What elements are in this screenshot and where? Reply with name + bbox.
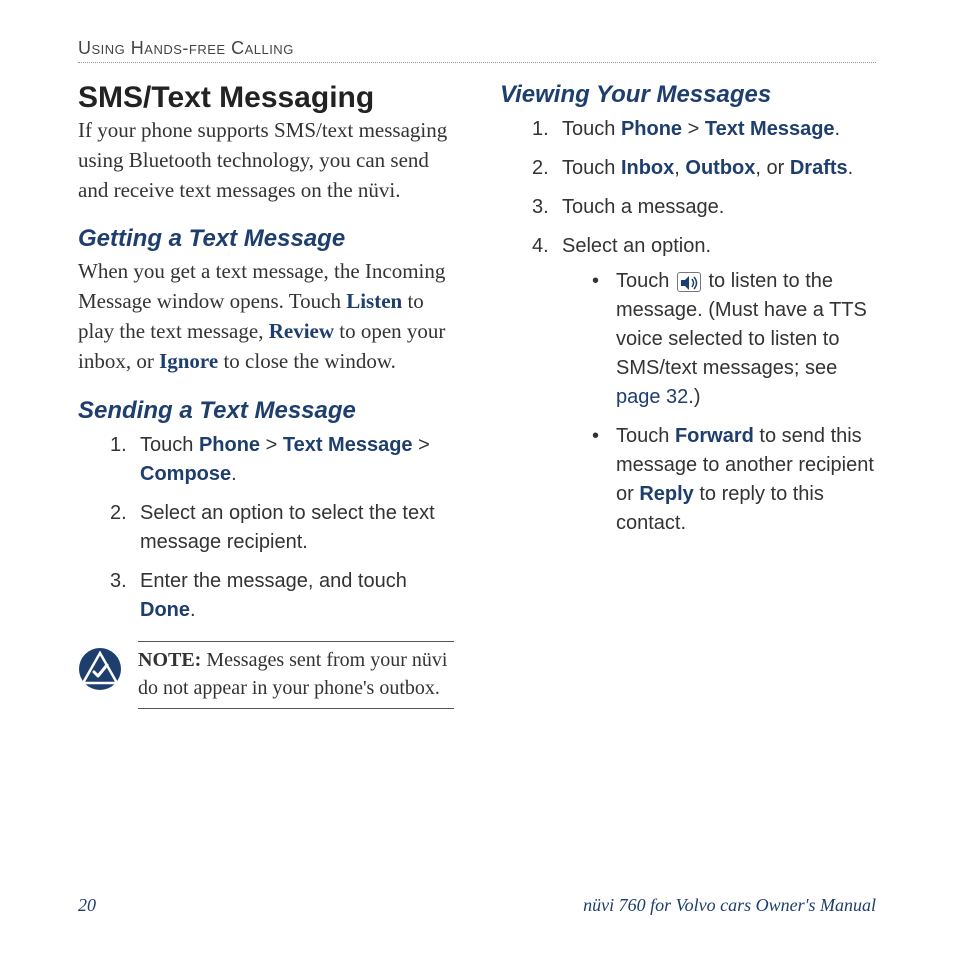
review-link: Review bbox=[269, 319, 334, 343]
sending-steps: Touch Phone > Text Message > Compose. Se… bbox=[110, 431, 454, 625]
text-message-link-2: Text Message bbox=[705, 118, 835, 140]
inbox-link: Inbox bbox=[621, 157, 674, 179]
viewing-heading: Viewing Your Messages bbox=[500, 81, 876, 109]
note-text: NOTE: Messages sent from your nüvi do no… bbox=[138, 641, 454, 709]
checkmark-triangle-icon bbox=[78, 647, 122, 691]
compose-link: Compose bbox=[140, 463, 231, 485]
sending-step-3: Enter the message, and touch Done. bbox=[110, 567, 454, 625]
page-footer: 20 nüvi 760 for Volvo cars Owner's Manua… bbox=[78, 895, 876, 916]
content-columns: SMS/Text Messaging If your phone support… bbox=[78, 81, 876, 709]
getting-heading: Getting a Text Message bbox=[78, 225, 454, 253]
reply-link: Reply bbox=[639, 483, 693, 505]
note-label: NOTE: bbox=[138, 649, 201, 671]
phone-link: Phone bbox=[199, 434, 260, 456]
outbox-link: Outbox bbox=[685, 157, 755, 179]
speaker-icon bbox=[677, 272, 701, 292]
main-title: SMS/Text Messaging bbox=[78, 81, 454, 114]
sending-heading: Sending a Text Message bbox=[78, 397, 454, 425]
getting-paragraph: When you get a text message, the Incomin… bbox=[78, 257, 454, 376]
sending-step-2: Select an option to select the text mess… bbox=[110, 499, 454, 557]
manual-title: nüvi 760 for Volvo cars Owner's Manual bbox=[583, 895, 876, 916]
page-32-link[interactable]: page 32 bbox=[616, 386, 688, 408]
right-column: Viewing Your Messages Touch Phone > Text… bbox=[500, 81, 876, 709]
viewing-step-1: Touch Phone > Text Message. bbox=[532, 115, 876, 144]
viewing-steps: Touch Phone > Text Message. Touch Inbox,… bbox=[532, 115, 876, 538]
text-message-link: Text Message bbox=[283, 434, 413, 456]
sending-step-1: Touch Phone > Text Message > Compose. bbox=[110, 431, 454, 489]
listen-link: Listen bbox=[346, 289, 402, 313]
viewing-bullets: Touch to listen to the message. (Must ha… bbox=[592, 267, 876, 538]
drafts-link: Drafts bbox=[790, 157, 848, 179]
ignore-link: Ignore bbox=[159, 349, 218, 373]
page-header: Using Hands-free Calling bbox=[78, 38, 876, 63]
done-link: Done bbox=[140, 599, 190, 621]
page-number: 20 bbox=[78, 895, 96, 916]
viewing-step-4: Select an option. Touch to listen to the… bbox=[532, 232, 876, 538]
note-block: NOTE: Messages sent from your nüvi do no… bbox=[78, 641, 454, 709]
left-column: SMS/Text Messaging If your phone support… bbox=[78, 81, 454, 709]
bullet-listen: Touch to listen to the message. (Must ha… bbox=[592, 267, 876, 412]
bullet-forward: Touch Forward to send this message to an… bbox=[592, 422, 876, 538]
forward-link: Forward bbox=[675, 425, 754, 447]
phone-link-2: Phone bbox=[621, 118, 682, 140]
intro-paragraph: If your phone supports SMS/text messagin… bbox=[78, 116, 454, 205]
viewing-step-2: Touch Inbox, Outbox, or Drafts. bbox=[532, 154, 876, 183]
viewing-step-3: Touch a message. bbox=[532, 193, 876, 222]
